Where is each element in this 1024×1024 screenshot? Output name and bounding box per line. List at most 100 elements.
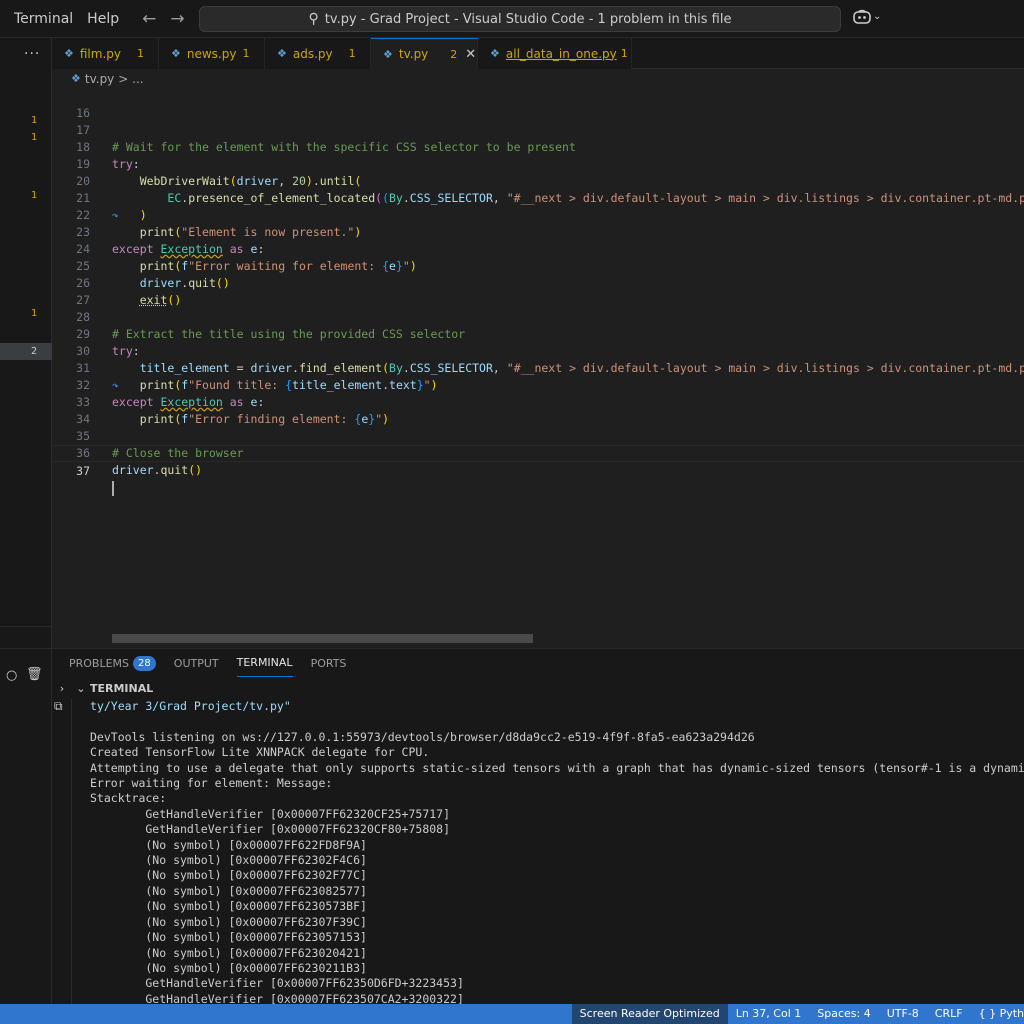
problem-count: 1: [137, 47, 144, 60]
code-line: 19 WebDriverWait(driver, 20).until(: [52, 139, 1024, 188]
terminal-output[interactable]: ty/Year 3/Grad Project/tv.py" DevTools l…: [90, 699, 1024, 1005]
status-bar: Screen Reader Optimized Ln 37, Col 1 Spa…: [0, 1004, 1024, 1024]
terminal-line: Error waiting for element: Message:: [90, 776, 333, 791]
code-line: 22 print("Element is now present."): [52, 190, 1024, 239]
command-center-search[interactable]: ⚲ tv.py - Grad Project - Visual Studio C…: [199, 6, 841, 32]
code-line: 32 except Exception as e:: [52, 360, 1024, 409]
tab-news[interactable]: ❖ news.py 1: [159, 38, 265, 69]
indentation[interactable]: Spaces: 4: [809, 1004, 878, 1024]
code-line: 30 title_element = driver.find_element(B…: [52, 326, 1024, 375]
tab-ads[interactable]: ❖ ads.py 1: [265, 38, 371, 69]
terminal-shell-icon[interactable]: ⧉: [54, 699, 63, 714]
text-cursor: [112, 480, 114, 497]
rail-divider: [0, 648, 52, 649]
code-line: 18 try:: [52, 122, 1024, 171]
problem-count: 1: [242, 47, 250, 60]
terminal-side: ⧉: [52, 699, 72, 1005]
code-line: 29 try:: [52, 309, 1024, 358]
overview-mark-error: 2: [0, 343, 52, 360]
copilot-menu[interactable]: ⌄: [853, 9, 881, 24]
code-line: 35 # Close the browser: [52, 411, 1024, 460]
encoding[interactable]: UTF-8: [879, 1004, 927, 1024]
terminal-line: GetHandleVerifier [0x00007FF62320CF80+75…: [90, 822, 451, 837]
title-bar: Terminal Help ← → ⚲ tv.py - Grad Project…: [0, 0, 1024, 38]
terminal-line: ty/Year 3/Grad Project/tv.py": [90, 699, 291, 713]
tab-label: tv.py: [398, 47, 429, 61]
problem-count: 1: [620, 47, 628, 60]
search-icon: ⚲: [308, 11, 319, 27]
problem-count: 1: [348, 47, 356, 60]
code-line: 17 # Wait for the element with the speci…: [52, 105, 1024, 154]
status-bar-spacer: [0, 1004, 572, 1024]
bottom-panel: PROBLEMS 28 OUTPUT TERMINAL PORTS › ⌄ TE…: [52, 648, 1024, 1005]
tab-ports[interactable]: PORTS: [311, 649, 347, 677]
terminal-title: TERMINAL: [90, 681, 154, 695]
tab-label: TERMINAL: [236, 656, 293, 669]
python-file-icon: ❖: [490, 47, 500, 60]
tab-all-data-in-one[interactable]: ❖ all_data_in_one.py 1: [478, 38, 632, 69]
tab-problems[interactable]: PROBLEMS 28: [69, 649, 156, 677]
rail-divider: [0, 626, 52, 627]
code-line: 36 driver.quit(): [52, 428, 1024, 477]
chevron-down-icon: ⌄: [76, 681, 86, 695]
code-line: 23 except Exception as e:: [52, 207, 1024, 256]
code-text: driver.quit(): [112, 463, 203, 477]
terminal-section-header[interactable]: › ⌄ TERMINAL: [52, 677, 1024, 699]
code-line: 33 print(f"Error finding element: {e}"): [52, 377, 1024, 426]
tab-label: PROBLEMS: [69, 656, 130, 670]
overview-mark: 1: [30, 115, 37, 126]
language-mode[interactable]: { } Pyth: [971, 1004, 1024, 1024]
line-endings[interactable]: CRLF: [927, 1004, 971, 1024]
terminal-line: (No symbol) [0x00007FF62302F4C6]: [90, 853, 367, 868]
python-file-icon: ❖: [71, 72, 81, 85]
terminal-line: GetHandleVerifier [0x00007FF62350D6FD+32…: [90, 976, 464, 991]
tab-label: all_data_in_one.py: [505, 46, 617, 61]
terminal-line: (No symbol) [0x00007FF622FD8F9A]: [90, 837, 367, 852]
tab-label: film.py: [79, 46, 121, 61]
tab-terminal[interactable]: TERMINAL: [236, 649, 293, 677]
trash-icon[interactable]: 🗑: [26, 667, 43, 682]
horizontal-scrollbar[interactable]: [112, 634, 533, 643]
command-center-label: tv.py - Grad Project - Visual Studio Cod…: [324, 11, 732, 27]
terminal-line: GetHandleVerifier [0x00007FF623507CA2+32…: [90, 991, 464, 1005]
menu-terminal[interactable]: Terminal: [7, 0, 80, 38]
tab-film[interactable]: ❖ film.py 1: [52, 38, 159, 69]
code-line: 28 # Extract the title using the provide…: [52, 292, 1024, 341]
back-arrow-icon[interactable]: ←: [142, 9, 156, 29]
chevron-down-icon: ⌄: [873, 11, 882, 22]
more-actions-icon[interactable]: ···: [24, 46, 40, 62]
close-icon[interactable]: ✕: [465, 47, 476, 62]
code-line: 21 ): [52, 173, 1024, 222]
cursor-position[interactable]: Ln 37, Col 1: [728, 1004, 810, 1024]
tab-output[interactable]: OUTPUT: [174, 649, 219, 677]
circle-icon[interactable]: ○: [6, 668, 17, 683]
terminal-line: (No symbol) [0x00007FF6230211B3]: [90, 960, 367, 975]
overview-mark: 1: [30, 132, 37, 143]
chevron-right-icon[interactable]: ›: [52, 682, 72, 695]
python-file-icon: ❖: [171, 47, 181, 60]
code-editor[interactable]: 16 17 # Wait for the element with the sp…: [52, 88, 1024, 648]
code-line: 25 driver.quit(): [52, 241, 1024, 290]
breadcrumb-rest[interactable]: > ...: [118, 72, 143, 86]
tab-label: news.py: [186, 46, 237, 61]
breadcrumb: ❖ tv.py > ...: [52, 69, 1024, 88]
code-line: 20 EC.presence_of_element_located((By.CS…: [52, 156, 1024, 205]
panel-tabs: PROBLEMS 28 OUTPUT TERMINAL PORTS: [52, 649, 346, 677]
code-line: 34: [52, 394, 1024, 426]
copilot-icon: [853, 9, 871, 24]
editor-tabs: ❖ film.py 1 ❖ news.py 1 ❖ ads.py 1 ❖ tv.…: [52, 38, 1024, 69]
tab-label: PORTS: [310, 656, 347, 670]
terminal-line: (No symbol) [0x00007FF62307F39C]: [90, 914, 367, 929]
breadcrumb-file[interactable]: tv.py: [85, 72, 114, 86]
terminal-line: GetHandleVerifier [0x00007FF62320CF25+75…: [90, 806, 451, 821]
code-line: 26 exit(): [52, 258, 1024, 307]
tab-tv[interactable]: ❖ tv.py 2 ✕: [371, 38, 478, 69]
screen-reader-status[interactable]: Screen Reader Optimized: [571, 1004, 728, 1024]
terminal-line: (No symbol) [0x00007FF6230573BF]: [90, 899, 367, 914]
menu-help[interactable]: Help: [80, 0, 126, 38]
line-number: 37: [76, 464, 90, 478]
problem-count: 2: [450, 47, 458, 61]
forward-arrow-icon[interactable]: →: [170, 9, 184, 29]
code-line: 31 print(f"Found title: {title_element.t…: [52, 343, 1024, 392]
